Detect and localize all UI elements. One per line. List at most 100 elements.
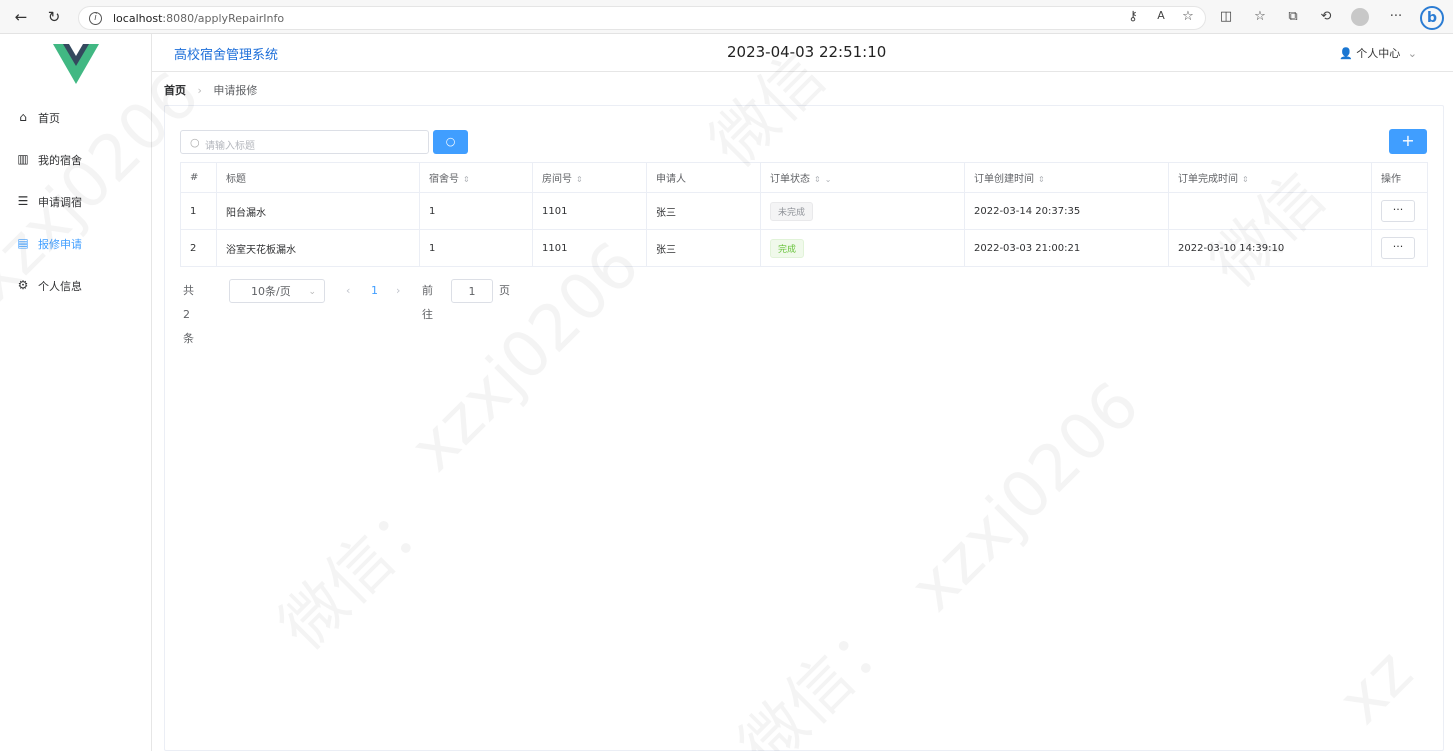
page-size-value: 10条/页 — [251, 285, 291, 298]
goto-page-input[interactable]: 1 — [451, 279, 493, 303]
favorite-add-icon[interactable]: ☆ — [1179, 9, 1197, 24]
breadcrumb-separator-icon: › — [197, 84, 202, 97]
cell-created: 2022-03-03 21:00:21 — [964, 229, 1169, 267]
add-button[interactable]: + — [1389, 129, 1427, 154]
table-header-row: # 标题 宿舍号 ⇕ 房间号 ⇕ 申请人 订单状态 ⇕ ⌄ 订单创建时间 ⇕ 订单完成时间… — [180, 162, 1428, 193]
sort-icon[interactable]: ⇕ — [1038, 175, 1045, 184]
bing-icon[interactable]: b — [1420, 6, 1444, 30]
cell-finished: 2022-03-10 14:39:10 — [1168, 229, 1372, 267]
breadcrumb-current: 申请报修 — [213, 84, 258, 97]
table-row: 1 阳台漏水 1 1101 张三 未完成 2022-03-14 20:37:35… — [180, 192, 1428, 230]
document-icon: ▤ — [17, 236, 29, 250]
search-icon: ○ — [445, 135, 456, 148]
search-button[interactable]: ○ — [433, 130, 468, 154]
column-header-title: 标题 — [216, 162, 420, 193]
sidebar-item-profile[interactable]: ⚙ 个人信息 — [0, 264, 151, 306]
sidebar-item-my-dorm[interactable]: ▥ 我的宿舍 — [0, 138, 151, 180]
prev-page-icon[interactable]: ‹ — [346, 279, 350, 303]
system-title: 高校宿舍管理系统 — [174, 48, 279, 63]
next-page-icon[interactable]: › — [396, 279, 400, 303]
collections-icon[interactable]: ⧉ — [1284, 9, 1302, 24]
status-badge: 完成 — [770, 238, 805, 258]
cell-title: 浴室天花板漏水 — [216, 229, 420, 267]
cell-finished — [1168, 192, 1372, 230]
more-actions-button[interactable]: ··· — [1381, 237, 1415, 259]
cell-actions: ··· — [1371, 229, 1428, 267]
chevron-down-icon: ⌄ — [1407, 47, 1417, 60]
sort-icon[interactable]: ⇕ — [814, 175, 821, 184]
main-panel: ○ 请输入标题 ○ + # 标题 宿舍号 ⇕ 房间号 ⇕ 申请人 订单状态 ⇕ ⌄ 订单… — [164, 105, 1444, 751]
filter-chevron-icon[interactable]: ⌄ — [825, 175, 832, 184]
sort-icon[interactable]: ⇕ — [576, 175, 583, 184]
cell-index: 1 — [180, 192, 217, 230]
column-header-dorm[interactable]: 宿舍号 ⇕ — [419, 162, 533, 193]
status-badge: 未完成 — [770, 201, 814, 221]
key-icon[interactable]: ⚷ — [1124, 9, 1142, 24]
cell-status: 未完成 — [760, 192, 965, 230]
read-aloud-icon[interactable]: A — [1152, 9, 1170, 22]
cell-title: 阳台漏水 — [216, 192, 420, 230]
address-bar[interactable]: i localhost:8080/applyRepairInfo — [78, 6, 1206, 30]
total-count: 共 2 条 — [183, 284, 194, 345]
url-text: localhost:8080/applyRepairInfo — [113, 12, 285, 25]
sidebar-item-label: 报修申请 — [38, 238, 82, 251]
column-header-finished[interactable]: 订单完成时间 ⇕ — [1168, 162, 1372, 193]
sidebar-item-repair[interactable]: ▤ 报修申请 — [0, 222, 151, 264]
home-icon: ⌂ — [19, 110, 27, 124]
sidebar-item-label: 我的宿舍 — [38, 154, 82, 167]
sidebar: ⌂ 首页 ▥ 我的宿舍 ☰ 申请调宿 ▤ 报修申请 ⚙ 个人信息 — [0, 34, 152, 751]
cell-room: 1101 — [532, 229, 647, 267]
cell-applicant: 张三 — [646, 229, 761, 267]
search-placeholder: 请输入标题 — [205, 141, 255, 152]
split-screen-icon[interactable]: ◫ — [1217, 9, 1235, 24]
sidebar-item-label: 个人信息 — [38, 280, 82, 293]
more-actions-button[interactable]: ··· — [1381, 200, 1415, 222]
page-suffix: 页 — [499, 284, 510, 297]
info-icon[interactable]: i — [89, 12, 102, 25]
table-row: 2 浴室天花板漏水 1 1101 张三 完成 2022-03-03 21:00:… — [180, 229, 1428, 267]
top-header: 高校宿舍管理系统 2023-04-03 22:51:10 👤 个人中心 ⌄ — [152, 34, 1453, 72]
sort-icon[interactable]: ⇕ — [1242, 175, 1249, 184]
user-icon: 👤 — [1339, 47, 1353, 60]
gear-icon: ⚙ — [17, 278, 29, 292]
sidebar-item-dorm-change[interactable]: ☰ 申请调宿 — [0, 180, 151, 222]
back-arrow-icon[interactable]: ← — [10, 6, 32, 28]
refresh-icon[interactable]: ↻ — [43, 6, 65, 28]
column-header-room[interactable]: 房间号 ⇕ — [532, 162, 647, 193]
archive-icon: ☰ — [17, 194, 29, 208]
clock-display: 2023-04-03 22:51:10 — [727, 43, 887, 61]
favorites-icon[interactable]: ☆ — [1251, 9, 1269, 24]
profile-avatar-icon[interactable] — [1351, 8, 1369, 26]
more-menu-icon[interactable]: ··· — [1387, 9, 1405, 24]
chevron-down-icon: ⌄ — [308, 287, 316, 297]
cell-dorm: 1 — [419, 229, 533, 267]
cell-room: 1101 — [532, 192, 647, 230]
search-input[interactable]: ○ 请输入标题 — [180, 130, 429, 154]
column-header-index: # — [180, 162, 217, 193]
search-icon: ○ — [190, 136, 200, 149]
goto-label: 前往 — [422, 284, 433, 321]
cell-applicant: 张三 — [646, 192, 761, 230]
cell-index: 2 — [180, 229, 217, 267]
breadcrumb: 首页 › 申请报修 — [164, 82, 257, 98]
cell-created: 2022-03-14 20:37:35 — [964, 192, 1169, 230]
column-header-applicant: 申请人 — [646, 162, 761, 193]
page-number-current[interactable]: 1 — [371, 279, 378, 303]
user-center-label: 个人中心 — [1356, 47, 1401, 60]
sidebar-item-label: 首页 — [38, 112, 60, 125]
browser-toolbar: ← ↻ i localhost:8080/applyRepairInfo ⚷ A… — [0, 0, 1453, 34]
history-icon[interactable]: ⟲ — [1317, 9, 1335, 24]
column-header-created[interactable]: 订单创建时间 ⇕ — [964, 162, 1169, 193]
column-header-actions: 操作 — [1371, 162, 1428, 193]
page-size-select[interactable]: 10条/页 ⌄ — [229, 279, 325, 303]
cell-status: 完成 — [760, 229, 965, 267]
vue-logo — [53, 44, 99, 88]
repair-table: # 标题 宿舍号 ⇕ 房间号 ⇕ 申请人 订单状态 ⇕ ⌄ 订单创建时间 ⇕ 订单完成时间… — [180, 162, 1428, 267]
user-center-dropdown[interactable]: 👤 个人中心 ⌄ — [1339, 45, 1417, 61]
column-header-status[interactable]: 订单状态 ⇕ ⌄ — [760, 162, 965, 193]
sidebar-item-home[interactable]: ⌂ 首页 — [0, 96, 151, 138]
sort-icon[interactable]: ⇕ — [463, 175, 470, 184]
breadcrumb-home[interactable]: 首页 — [164, 84, 186, 97]
cell-actions: ··· — [1371, 192, 1428, 230]
sidebar-item-label: 申请调宿 — [38, 196, 82, 209]
